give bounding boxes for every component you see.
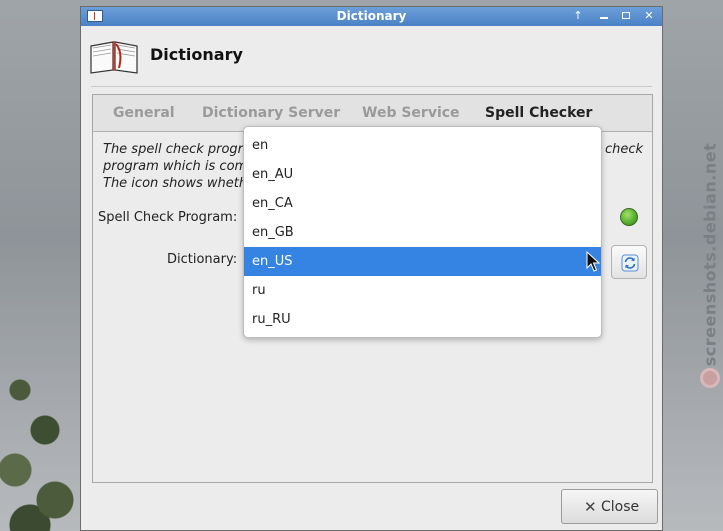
program-status-icon bbox=[620, 208, 638, 226]
close-button[interactable]: ✕ Close bbox=[561, 489, 658, 524]
dropdown-option-en-au[interactable]: en_AU bbox=[244, 160, 601, 189]
tab-dictionary-server[interactable]: Dictionary Server bbox=[202, 105, 340, 121]
dictionary-dropdown-list[interactable]: en en_AU en_CA en_GB en_US ru ru_RU bbox=[243, 126, 602, 338]
dictionary-book-icon bbox=[90, 41, 138, 74]
spell-check-program-label: Spell Check Program: bbox=[98, 210, 238, 225]
close-icon: ✕ bbox=[584, 498, 597, 516]
dropdown-option-en[interactable]: en bbox=[244, 131, 601, 160]
dropdown-option-ru-ru[interactable]: ru_RU bbox=[244, 305, 601, 334]
tab-spell-checker[interactable]: Spell Checker bbox=[485, 105, 592, 121]
tab-general[interactable]: General bbox=[113, 105, 175, 121]
close-button-label: Close bbox=[601, 499, 640, 515]
mouse-pointer-icon bbox=[586, 251, 600, 272]
dictionary-label: Dictionary: bbox=[167, 252, 238, 267]
header-separator bbox=[91, 86, 652, 87]
desktop-tree-image bbox=[0, 360, 82, 531]
dialog-title: Dictionary bbox=[150, 45, 243, 64]
refresh-dictionaries-button[interactable] bbox=[611, 245, 647, 279]
minimize-icon[interactable] bbox=[596, 9, 612, 23]
watermark: screenshots.debian.net bbox=[690, 143, 723, 390]
dialog-header: Dictionary bbox=[81, 26, 662, 86]
dropdown-option-en-gb[interactable]: en_GB bbox=[244, 218, 601, 247]
watermark-text: screenshots.debian.net bbox=[700, 142, 720, 367]
titlebar[interactable]: Dictionary ↑ ✕ bbox=[81, 7, 662, 26]
dropdown-option-en-us[interactable]: en_US bbox=[244, 247, 601, 276]
refresh-icon bbox=[621, 254, 639, 272]
dropdown-option-ru[interactable]: ru bbox=[244, 276, 601, 305]
debian-logo-icon bbox=[700, 368, 720, 388]
dropdown-option-en-ca[interactable]: en_CA bbox=[244, 189, 601, 218]
tab-web-service[interactable]: Web Service bbox=[362, 105, 460, 121]
shade-up-icon[interactable]: ↑ bbox=[570, 9, 586, 23]
close-window-icon[interactable]: ✕ bbox=[641, 9, 657, 23]
maximize-icon[interactable] bbox=[618, 9, 634, 23]
description-tail: check bbox=[605, 142, 644, 157]
